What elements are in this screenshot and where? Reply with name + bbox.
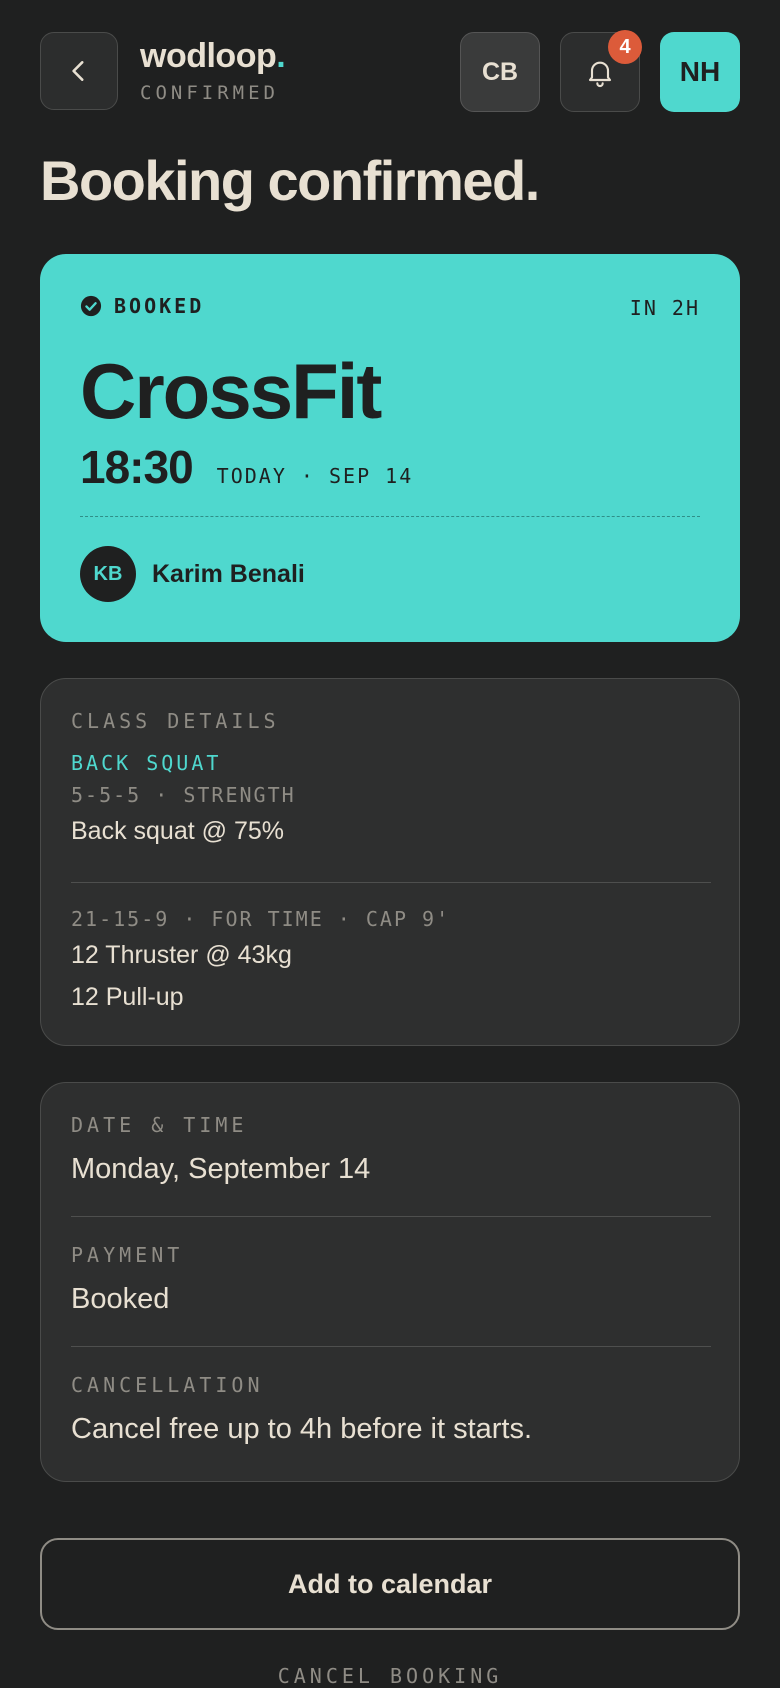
divider [71, 1346, 711, 1347]
app-header: wodloop. CONFIRMED CB 4 NH [40, 30, 740, 112]
class-details-label: CLASS DETAILS [71, 709, 280, 733]
brand-dot: . [276, 37, 286, 75]
divider [80, 516, 700, 517]
add-to-calendar-button[interactable]: Add to calendar [40, 1538, 740, 1630]
cb-button[interactable]: CB [460, 32, 540, 112]
cancellation-label: CANCELLATION [71, 1373, 264, 1397]
part1-title: BACK SQUAT [71, 751, 222, 775]
notifications-button[interactable]: 4 [560, 30, 642, 112]
part2-line: 12 Thruster @ 43kg [71, 941, 292, 969]
date-time-label: DATE & TIME [71, 1113, 248, 1137]
starts-in: IN 2H [629, 296, 700, 320]
date-time-value: Monday, September 14 [71, 1153, 371, 1185]
time-row: 18:30 TODAY · SEP 14 [80, 440, 413, 494]
payment-label: PAYMENT [71, 1243, 184, 1267]
chevron-left-icon [66, 58, 92, 84]
payment-value: Booked [71, 1283, 170, 1315]
part2-scheme: 21-15-9 · FOR TIME · CAP 9' [71, 907, 451, 931]
coach-row: KB Karim Benali [80, 546, 305, 602]
user-avatar-button[interactable]: NH [660, 32, 740, 112]
class-details-card: CLASS DETAILS BACK SQUAT 5-5-5 · STRENGT… [40, 678, 740, 1046]
cancel-booking-link[interactable]: CANCEL BOOKING [0, 1664, 780, 1688]
divider [71, 882, 711, 883]
booking-status: BOOKED [114, 294, 205, 318]
back-button[interactable] [40, 32, 118, 110]
page-title: Booking confirmed. [40, 149, 540, 212]
notification-badge: 4 [608, 30, 642, 64]
bell-icon [584, 56, 616, 88]
part1-line: Back squat @ 75% [71, 817, 284, 845]
divider [71, 1216, 711, 1217]
class-name: CrossFit [80, 347, 382, 435]
brand-name: wodloop. [140, 37, 286, 75]
status-row: BOOKED [80, 294, 204, 318]
coach-avatar: KB [80, 546, 136, 602]
brand: wodloop. CONFIRMED [140, 36, 286, 104]
part1-scheme: 5-5-5 · STRENGTH [71, 783, 296, 807]
part2-line: 12 Pull-up [71, 983, 184, 1011]
booking-meta-card: DATE & TIME Monday, September 14 PAYMENT… [40, 1082, 740, 1482]
cancellation-value: Cancel free up to 4h before it starts. [71, 1413, 533, 1445]
brand-subtitle: CONFIRMED [140, 82, 279, 104]
class-date: TODAY · SEP 14 [216, 464, 414, 488]
check-circle-icon [80, 295, 102, 317]
coach-name: Karim Benali [152, 559, 305, 588]
booking-card: BOOKED IN 2H CrossFit 18:30 TODAY · SEP … [40, 254, 740, 642]
class-time: 18:30 [80, 441, 194, 493]
